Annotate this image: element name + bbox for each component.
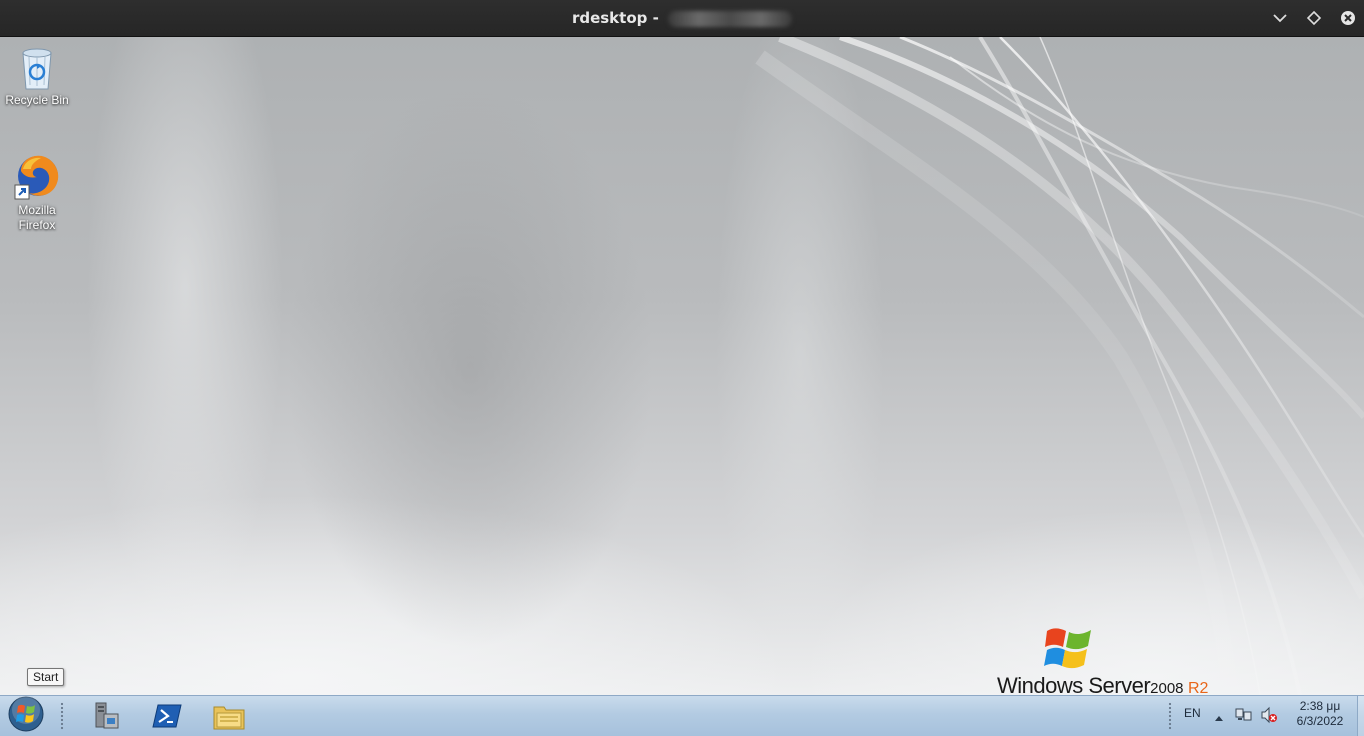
brand-edition-text: R2	[1187, 680, 1209, 695]
wallpaper-light-swoosh	[755, 37, 1364, 695]
start-tooltip: Start	[27, 668, 65, 686]
language-indicator[interactable]: EN	[1184, 706, 1201, 720]
redacted-hostname	[668, 10, 793, 27]
clock-date: 6/3/2022	[1296, 714, 1344, 728]
taskbar-grip[interactable]	[60, 702, 64, 730]
clock-time: 2:38 μμ	[1299, 699, 1341, 713]
show-desktop-button[interactable]	[1357, 696, 1364, 736]
windows-flag-logo	[1044, 628, 1091, 669]
close-icon[interactable]	[1338, 8, 1358, 28]
desktop-icon-recycle-bin[interactable]: Recycle Bin	[0, 45, 74, 108]
minimize-chevron-icon[interactable]	[1270, 8, 1290, 28]
desktop-icon-firefox[interactable]: Mozilla Firefox	[0, 153, 74, 233]
window-title: rdesktop -	[0, 0, 1364, 36]
server-manager-icon[interactable]	[86, 699, 126, 733]
powershell-icon[interactable]	[147, 699, 187, 733]
volume-muted-icon[interactable]	[1260, 706, 1278, 729]
network-icon[interactable]	[1235, 706, 1253, 729]
taskbar: EN 2:38 μμ 6/3/2022	[0, 695, 1364, 736]
windows-start-orb-icon[interactable]	[6, 696, 46, 732]
recycle-bin-icon	[22, 48, 52, 90]
window-titlebar[interactable]: rdesktop -	[0, 0, 1364, 37]
tray-grip[interactable]	[1168, 702, 1172, 730]
windows-server-branding: Windows Server2008 R2	[997, 625, 1237, 695]
brand-version-text: 2008	[1150, 680, 1184, 695]
show-hidden-icons-arrow[interactable]	[1213, 710, 1225, 728]
maximize-diamond-icon[interactable]	[1304, 8, 1324, 28]
desktop-background[interactable]: Recycle Bin Mozilla Firefox Start Window…	[0, 37, 1364, 695]
recycle-bin-label: Recycle Bin	[5, 93, 69, 107]
firefox-icon	[14, 155, 59, 200]
windows-explorer-icon[interactable]	[209, 699, 249, 733]
brand-wordmark: Windows Server2008 R2	[997, 673, 1208, 695]
firefox-label: Mozilla Firefox	[18, 203, 56, 232]
window-title-text: rdesktop -	[571, 9, 659, 27]
system-clock[interactable]: 2:38 μμ 6/3/2022	[1285, 699, 1355, 729]
brand-main-text: Windows Server	[997, 673, 1151, 695]
